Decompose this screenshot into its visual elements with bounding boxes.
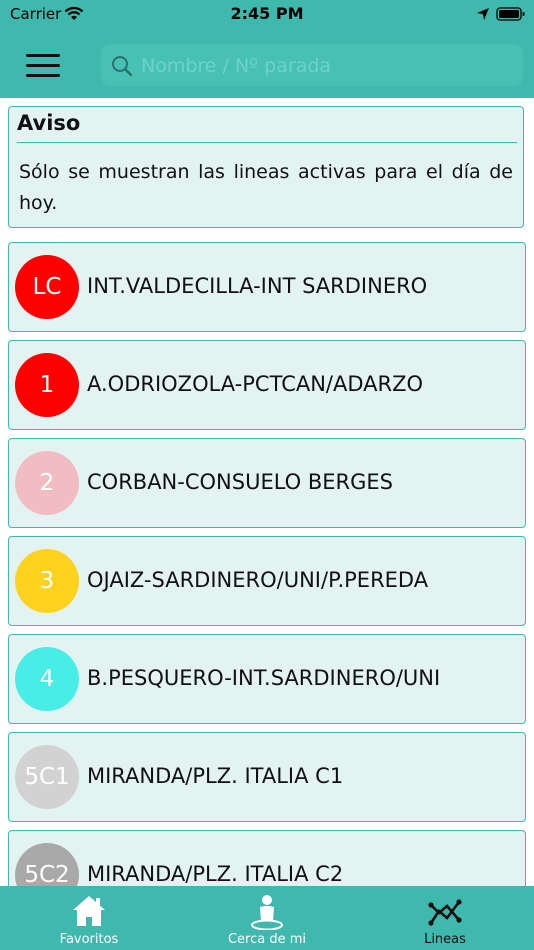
line-name: MIRANDA/PLZ. ITALIA C1 bbox=[87, 764, 344, 788]
status-time: 2:45 PM bbox=[230, 4, 304, 23]
line-name: INT.VALDECILLA-INT SARDINERO bbox=[87, 274, 428, 298]
line-badge: 3 bbox=[15, 549, 79, 613]
tab-lineas[interactable]: Lineas bbox=[356, 886, 534, 950]
lines-content[interactable]: Aviso Sólo se muestran las lineas activa… bbox=[0, 98, 534, 886]
tab-cerca-de-mi[interactable]: Cerca de mi bbox=[178, 886, 356, 950]
route-icon bbox=[428, 899, 462, 926]
tab-label: Cerca de mi bbox=[227, 932, 307, 947]
hamburger-menu-icon[interactable] bbox=[26, 50, 64, 78]
tab-label: Lineas bbox=[424, 932, 466, 947]
line-badge: 5C1 bbox=[15, 745, 79, 809]
notice-title: Aviso bbox=[17, 111, 81, 135]
search-bar[interactable] bbox=[101, 44, 523, 86]
search-input[interactable] bbox=[139, 49, 513, 83]
line-name: OJAIZ-SARDINERO/UNI/P.PEREDA bbox=[87, 568, 429, 592]
line-item[interactable]: LC INT.VALDECILLA-INT SARDINERO bbox=[8, 242, 526, 332]
line-badge: 4 bbox=[15, 647, 79, 711]
line-item[interactable]: 5C1 MIRANDA/PLZ. ITALIA C1 bbox=[8, 732, 526, 822]
tab-favoritos[interactable]: Favoritos bbox=[0, 886, 178, 950]
line-badge: 5C2 bbox=[15, 843, 79, 886]
line-badge: 1 bbox=[15, 353, 79, 417]
line-name: CORBAN-CONSUELO BERGES bbox=[87, 470, 394, 494]
line-badge: 2 bbox=[15, 451, 79, 515]
search-icon bbox=[112, 56, 133, 77]
line-list: LC INT.VALDECILLA-INT SARDINERO 1 A.ODRI… bbox=[8, 242, 526, 886]
notice-card: Aviso Sólo se muestran las lineas activa… bbox=[8, 106, 524, 228]
tab-bar: Favoritos Cerca de mi Lineas bbox=[0, 886, 534, 950]
battery-icon bbox=[496, 7, 525, 21]
line-badge: LC bbox=[15, 255, 79, 319]
line-item[interactable]: 1 A.ODRIOZOLA-PCTCAN/ADARZO bbox=[8, 340, 526, 430]
person-location-icon bbox=[251, 895, 283, 930]
notice-divider bbox=[17, 142, 517, 143]
line-item[interactable]: 4 B.PESQUERO-INT.SARDINERO/UNI bbox=[8, 634, 526, 724]
tab-label: Favoritos bbox=[59, 932, 119, 947]
line-item[interactable]: 2 CORBAN-CONSUELO BERGES bbox=[8, 438, 526, 528]
house-icon bbox=[73, 896, 105, 926]
nav-bar bbox=[0, 30, 534, 98]
line-item[interactable]: 5C2 MIRANDA/PLZ. ITALIA C2 bbox=[8, 830, 526, 886]
line-name: B.PESQUERO-INT.SARDINERO/UNI bbox=[87, 666, 441, 690]
line-item[interactable]: 3 OJAIZ-SARDINERO/UNI/P.PEREDA bbox=[8, 536, 526, 626]
line-name: MIRANDA/PLZ. ITALIA C2 bbox=[87, 862, 344, 886]
location-arrow-icon bbox=[477, 8, 489, 20]
line-name: A.ODRIOZOLA-PCTCAN/ADARZO bbox=[87, 372, 424, 396]
status-bar: Carrier 2:45 PM bbox=[0, 0, 534, 30]
notice-body: Sólo se muestran las lineas activas para… bbox=[19, 161, 513, 214]
